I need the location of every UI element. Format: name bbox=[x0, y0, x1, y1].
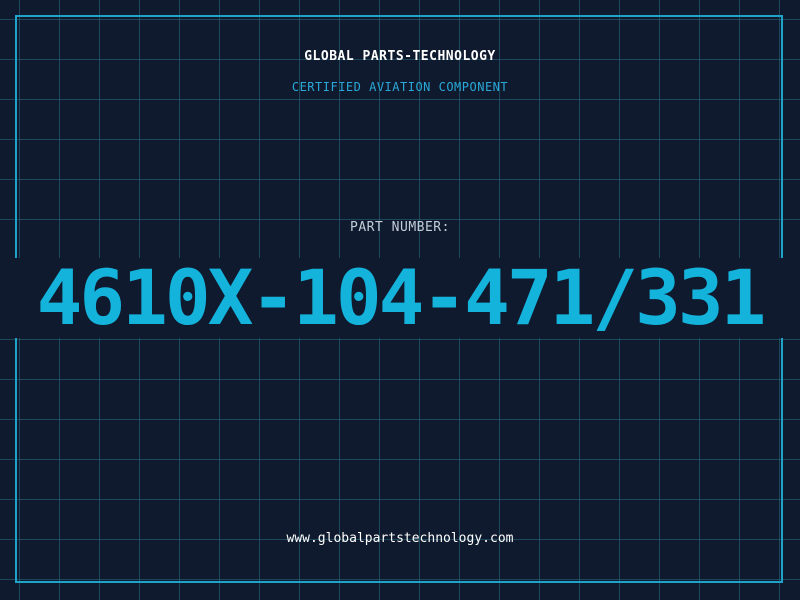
part-label-card: GLOBAL PARTS-TECHNOLOGY CERTIFIED AVIATI… bbox=[0, 0, 800, 600]
certification-subtitle: CERTIFIED AVIATION COMPONENT bbox=[291, 80, 509, 94]
website-url[interactable]: www.globalpartstechnology.com bbox=[0, 531, 800, 546]
company-name: GLOBAL PARTS-TECHNOLOGY bbox=[304, 49, 496, 64]
part-number-label: PART NUMBER: bbox=[350, 220, 450, 235]
part-number-value: 4610X-104-471/331 bbox=[36, 253, 767, 342]
